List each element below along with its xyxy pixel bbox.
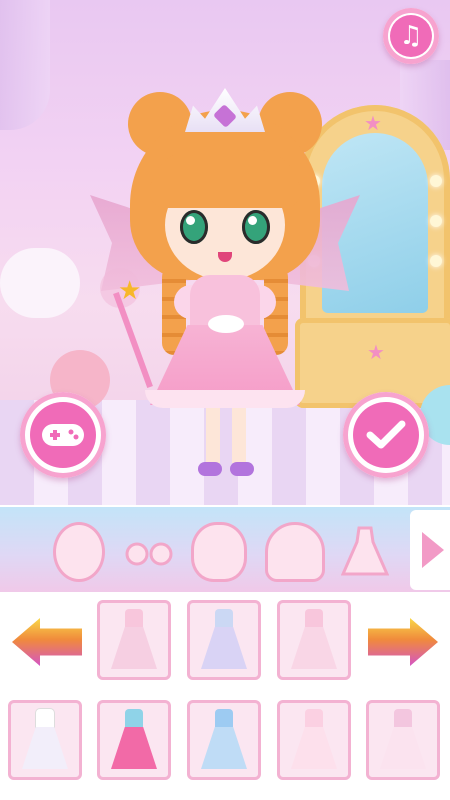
leg-left [206,408,220,463]
eyes-icon [125,542,173,566]
vanity-star-icon: ★ [367,340,385,364]
gamepad-icon [30,402,96,468]
chibi-doll: ★ [90,70,360,500]
face-shape-icon [53,522,105,582]
music-button[interactable]: ♫ [383,8,439,64]
dress-thumbnail [289,609,339,671]
dress-thumbnail [109,609,159,671]
arrow-right-icon [368,618,438,666]
dress-thumbnail [289,709,339,771]
dress-item[interactable] [277,600,351,680]
category-head[interactable] [186,519,252,585]
arrow-left-icon [12,618,82,666]
dress-thumbnail [20,709,70,771]
dress-item[interactable] [8,700,82,780]
category-eyes[interactable] [116,519,182,585]
shoe-right [230,462,254,476]
dress-item[interactable] [366,700,440,780]
bangs [150,150,300,208]
eye-right [242,210,270,244]
dressup-scene: ★ ★ ★ ♫ [0,0,450,505]
music-note-icon: ♫ [390,15,432,57]
wand-star-icon: ★ [118,276,142,306]
unicorn-toy [0,248,80,318]
dress-item[interactable] [97,600,171,680]
magic-wand [113,291,153,389]
dress-item[interactable] [187,600,261,680]
category-face[interactable] [46,519,112,585]
dress-thumbnail [199,709,249,771]
mirror-star-icon: ★ [364,111,382,135]
game-controller-button[interactable] [20,392,106,478]
category-bar [0,505,450,596]
skirt-frill [145,390,305,408]
item-grid [0,592,450,800]
dress-item[interactable] [277,700,351,780]
dress-thumbnail [378,709,428,771]
category-next-button[interactable] [410,510,450,590]
eye-left [180,210,208,244]
triangle-right-icon [422,532,444,568]
checkmark-icon [353,402,419,468]
category-hair[interactable] [262,519,328,585]
dress-icon [341,526,389,576]
items-prev-button[interactable] [6,606,88,678]
dress-item[interactable] [187,700,261,780]
items-next-button[interactable] [362,606,444,678]
dress-thumbnail [109,709,159,771]
shoe-left [198,462,222,476]
confirm-button[interactable] [343,392,429,478]
mirror-bulb [430,175,442,187]
leg-right [232,408,246,463]
mirror-bulb [430,215,442,227]
dress-thumbnail [199,609,249,671]
curtain-left [0,0,50,130]
hair-icon [265,522,325,582]
head-icon [191,522,247,582]
category-dress[interactable] [332,519,398,585]
dress-item[interactable] [97,700,171,780]
mirror-bulb [430,255,442,267]
waist-bow [208,315,244,333]
